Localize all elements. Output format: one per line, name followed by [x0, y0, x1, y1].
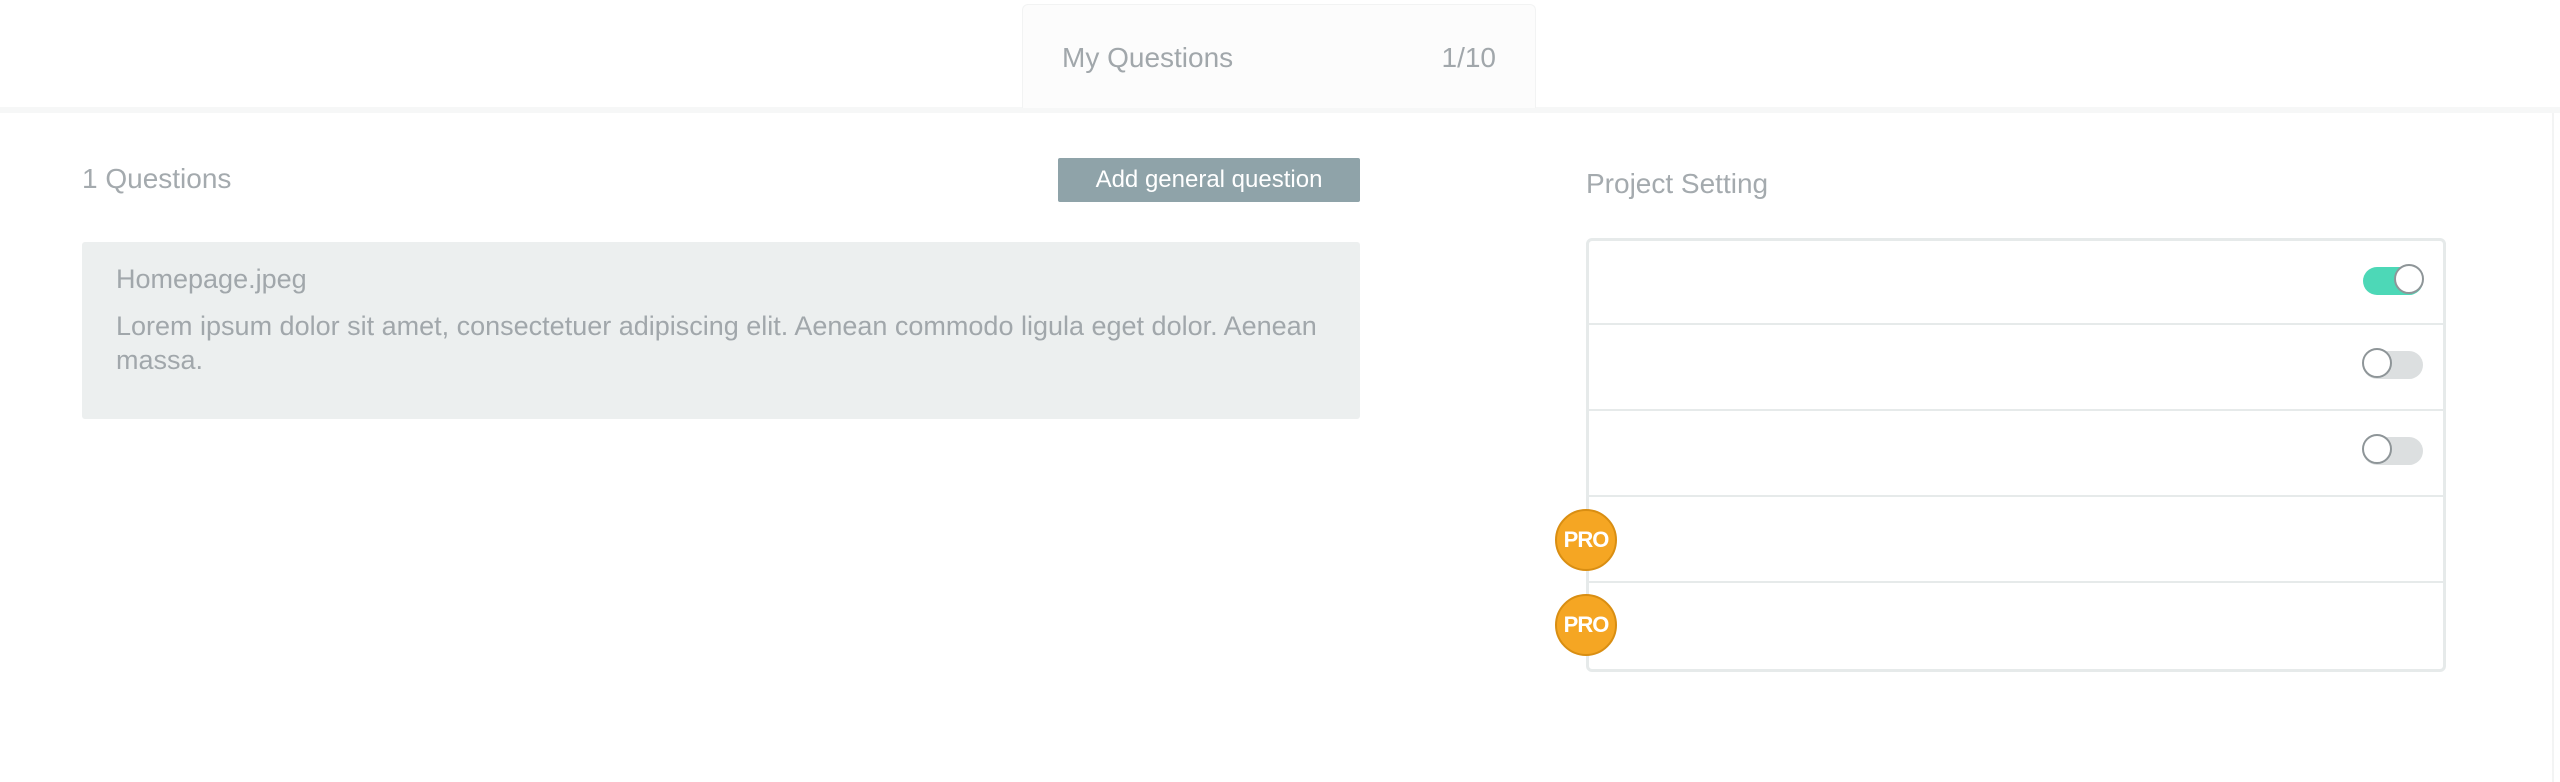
- setting-toggle-3[interactable]: [2362, 434, 2423, 465]
- setting-toggle-1[interactable]: [2363, 264, 2424, 295]
- setting-row-5: [1589, 583, 2443, 669]
- tab-my-questions[interactable]: My Questions 1/10: [1022, 4, 1536, 108]
- question-counter: 1/10: [1441, 42, 1497, 73]
- toggle-knob: [2362, 348, 2392, 378]
- setting-toggle-2[interactable]: [2362, 348, 2423, 379]
- question-body: Lorem ipsum dolor sit amet, consectetuer…: [116, 311, 1317, 375]
- setting-row-2: [1589, 325, 2443, 411]
- setting-row-4: [1589, 497, 2443, 583]
- add-general-question-button[interactable]: Add general question: [1058, 158, 1360, 202]
- setting-row-3: [1589, 411, 2443, 497]
- pro-badge: PRO: [1555, 509, 1617, 571]
- question-title: Homepage.jpeg: [116, 264, 307, 294]
- tab-title: My Questions: [1062, 42, 1234, 73]
- question-card[interactable]: Homepage.jpeg Lorem ipsum dolor sit amet…: [82, 242, 1360, 419]
- project-settings-list: [1586, 238, 2446, 672]
- toggle-knob: [2362, 434, 2392, 464]
- right-edge-divider: [2552, 110, 2554, 782]
- toggle-knob: [2394, 264, 2424, 294]
- setting-row-1: [1589, 241, 2443, 325]
- pro-badge: PRO: [1555, 594, 1617, 656]
- project-setting-title: Project Setting: [1586, 168, 1769, 199]
- questions-count-label: 1 Questions: [82, 163, 232, 194]
